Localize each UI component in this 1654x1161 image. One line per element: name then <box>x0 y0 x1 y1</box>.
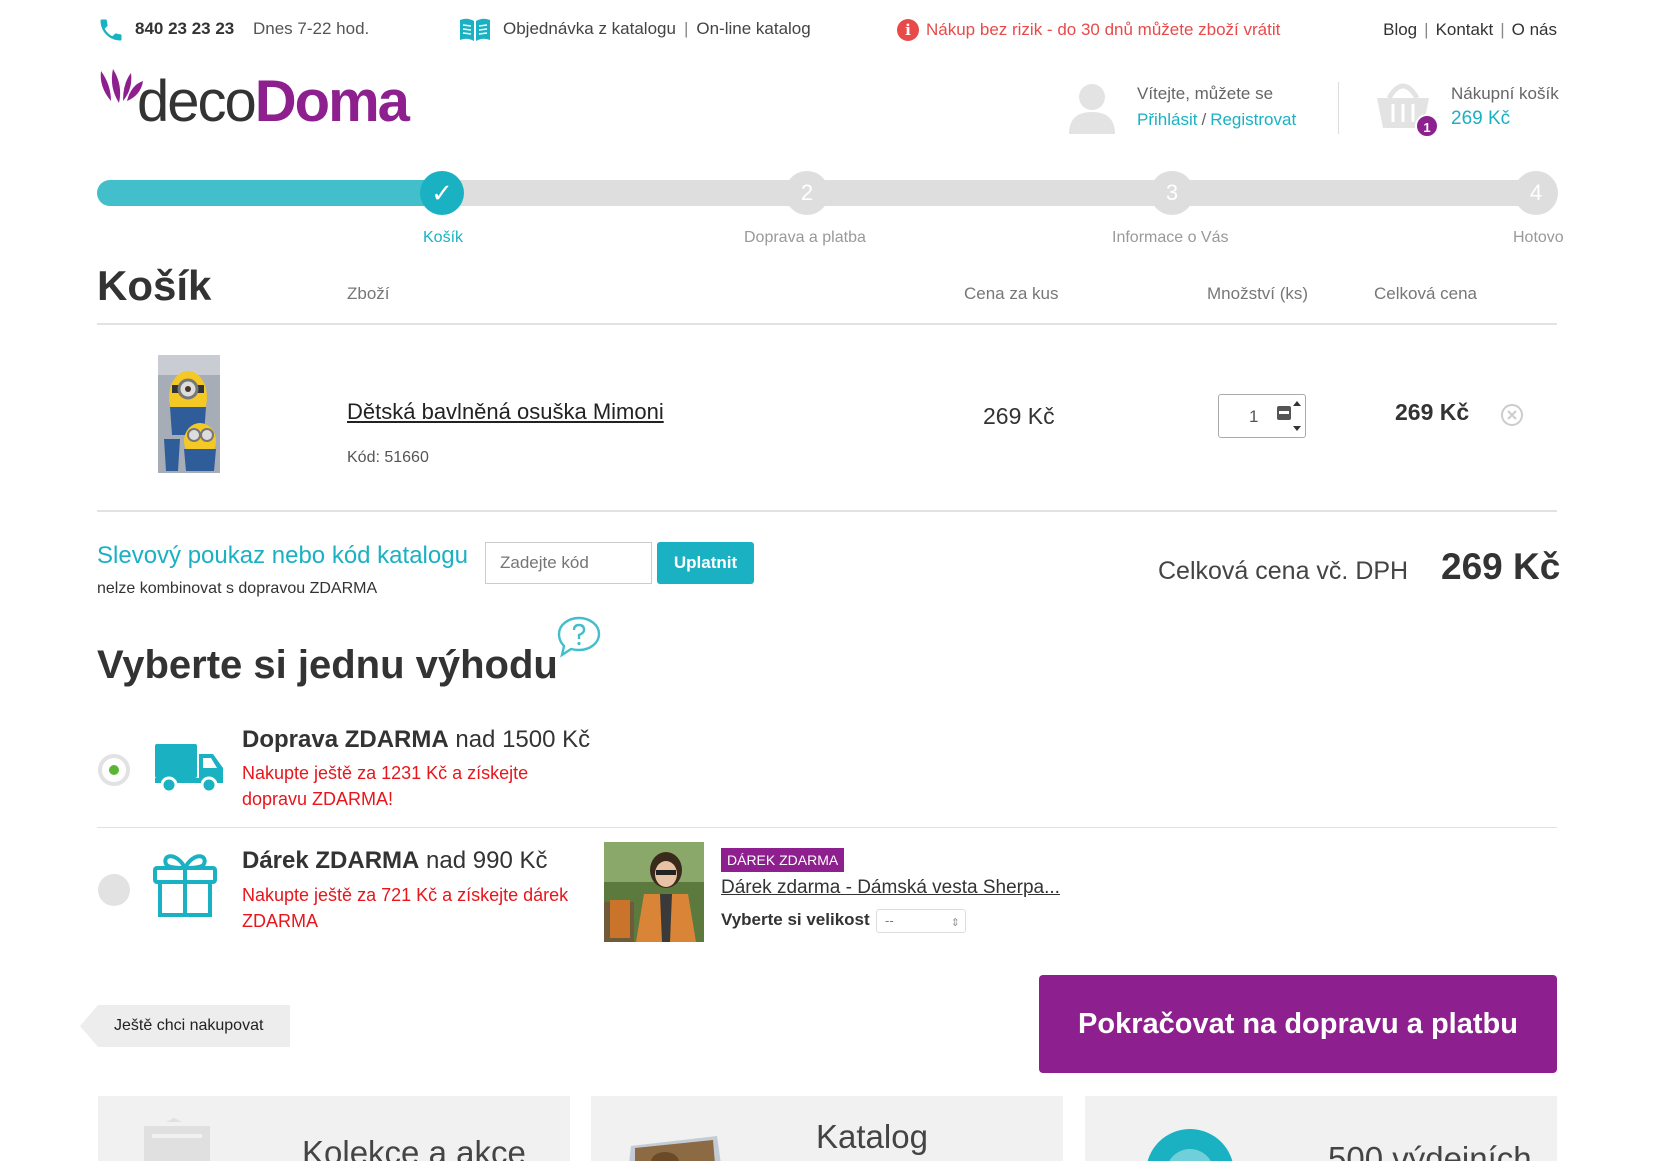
phone-number[interactable]: 840 23 23 23 <box>135 19 234 39</box>
size-select-label: Vyberte si velikost <box>721 910 870 929</box>
col-header-quantity: Množství (ks) <box>1207 284 1309 303</box>
blog-link[interactable]: Blog <box>1383 20 1417 39</box>
step-label-done: Hotovo <box>1513 229 1564 246</box>
promo-pickup[interactable]: 500 výdejních <box>1085 1096 1557 1161</box>
login-link[interactable]: Přihlásit <box>1137 110 1197 129</box>
contact-link[interactable]: Kontakt <box>1436 20 1494 39</box>
product-name-link[interactable]: Dětská bavlněná osuška Mimoni <box>347 399 664 425</box>
cart-header-divider <box>97 323 1557 325</box>
user-icon[interactable] <box>1067 82 1117 134</box>
basket-price[interactable]: 269 Kč <box>1451 108 1510 130</box>
coupon-code-input[interactable] <box>485 542 652 584</box>
catalog-order-link[interactable]: Objednávka z katalogu <box>503 19 676 38</box>
gift-product-link[interactable]: Dárek zdarma - Dámská vesta Sherpa... <box>721 877 1060 899</box>
continue-to-shipping-button[interactable]: Pokračovat na dopravu a platbu <box>1039 975 1557 1073</box>
chevron-updown-icon: ⇕ <box>950 917 960 929</box>
benefit-free-shipping-radio[interactable] <box>98 754 130 786</box>
continue-shopping-label: Ještě chci nakupovat <box>114 1017 264 1034</box>
benefit-free-gift-radio[interactable] <box>98 874 130 906</box>
step-label-info: Informace o Vás <box>1112 229 1229 246</box>
login-links: Přihlásit / Registrovat <box>1137 110 1297 129</box>
logo[interactable]: decoDoma <box>97 65 417 135</box>
promo-catalog[interactable]: Katalog <box>591 1096 1063 1161</box>
delivery-truck-icon <box>155 744 223 794</box>
info-icon: i <box>897 19 919 41</box>
row-total-price: 269 Kč <box>1395 399 1470 425</box>
quantity-spinner-icon[interactable] <box>1277 398 1301 434</box>
tag-icon <box>144 1118 210 1161</box>
catalog-cover-icon <box>629 1136 721 1161</box>
product-thumbnail[interactable] <box>158 355 220 473</box>
gift-product-image[interactable] <box>604 842 704 942</box>
coupon-note: nelze kombinovat s dopravou ZDARMA <box>97 580 378 597</box>
remove-item-icon[interactable] <box>1500 403 1524 427</box>
online-catalog-link[interactable]: On-line katalog <box>696 19 810 38</box>
step-label-cart: Košík <box>423 229 464 246</box>
apply-coupon-button[interactable]: Uplatnit <box>657 542 754 584</box>
col-header-product: Zboží <box>347 284 390 303</box>
quantity-value[interactable]: 1 <box>1249 407 1258 427</box>
size-select-value: -- <box>885 913 894 928</box>
step-4-number: 4 <box>1514 171 1558 215</box>
open-book-icon <box>460 18 490 41</box>
benefit-free-gift-title: Dárek ZDARMA nad 990 Kč <box>242 847 548 874</box>
catalog-links: Objednávka z katalogu | On-line katalog <box>503 19 811 38</box>
risk-free-notice[interactable]: Nákup bez rizik - do 30 dnů můžete zboží… <box>926 20 1280 40</box>
gift-badge: DÁREK ZDARMA <box>721 848 845 872</box>
basket-count-badge: 1 <box>1415 114 1439 138</box>
col-header-unit-price: Cena za kus <box>964 284 1059 303</box>
benefit-free-shipping-note: Nakupte ještě za 1231 Kč a získejte dopr… <box>242 763 529 809</box>
continue-shopping-button[interactable]: Ještě chci nakupovat <box>80 1005 290 1047</box>
about-link[interactable]: O nás <box>1512 20 1557 39</box>
size-select[interactable]: -- ⇕ <box>876 909 966 933</box>
logo-text: decoDoma <box>137 69 410 134</box>
coupon-title: Slevový poukaz nebo kód katalogu <box>97 542 468 569</box>
step-2-number: 2 <box>785 171 829 215</box>
benefit-free-gift-note: Nakupte ještě za 721 Kč a získejte dárek… <box>242 885 569 931</box>
header-divider <box>1338 82 1339 134</box>
benefit-section-title: Vyberte si jednu výhodu <box>97 643 558 687</box>
checkout-progress-fill <box>97 180 437 206</box>
step-label-shipping: Doprava a platba <box>744 229 866 246</box>
phone-icon <box>100 19 122 41</box>
unit-price: 269 Kč <box>983 403 1055 429</box>
benefit-free-shipping-title: Doprava ZDARMA nad 1500 Kč <box>242 726 591 753</box>
gift-box-icon <box>153 854 217 917</box>
promo-pickup-text: 500 výdejních <box>1328 1140 1532 1161</box>
step-1-check-icon: ✓ <box>420 171 464 215</box>
grand-total-value: 269 Kč <box>1441 546 1561 587</box>
promo-collections-text: Kolekce a akce <box>302 1134 526 1161</box>
opening-hours: Dnes 7-22 hod. <box>253 19 370 38</box>
basket-label[interactable]: Nákupní košík <box>1451 84 1559 104</box>
welcome-text: Vítejte, můžete se <box>1137 84 1274 103</box>
step-3-number: 3 <box>1150 171 1194 215</box>
map-pin-icon <box>1147 1129 1233 1161</box>
promo-catalog-text: Katalog <box>816 1118 928 1155</box>
register-link[interactable]: Registrovat <box>1210 110 1296 129</box>
benefit-divider <box>97 827 1557 828</box>
product-code: Kód: 51660 <box>347 449 429 466</box>
help-bubble-icon[interactable] <box>556 615 602 659</box>
promo-collections[interactable]: Kolekce a akce <box>98 1096 570 1161</box>
top-bar: 840 23 23 23 Dnes 7-22 hod. Objednávka z… <box>0 0 1654 60</box>
quantity-stepper[interactable]: 1 <box>1218 394 1306 438</box>
cart-title: Košík <box>97 262 212 309</box>
grand-total-label: Celková cena vč. DPH <box>1158 557 1409 585</box>
col-header-total: Celková cena <box>1374 284 1478 303</box>
cart-bottom-divider <box>97 510 1557 512</box>
top-links: Blog | Kontakt | O nás <box>1383 20 1557 39</box>
